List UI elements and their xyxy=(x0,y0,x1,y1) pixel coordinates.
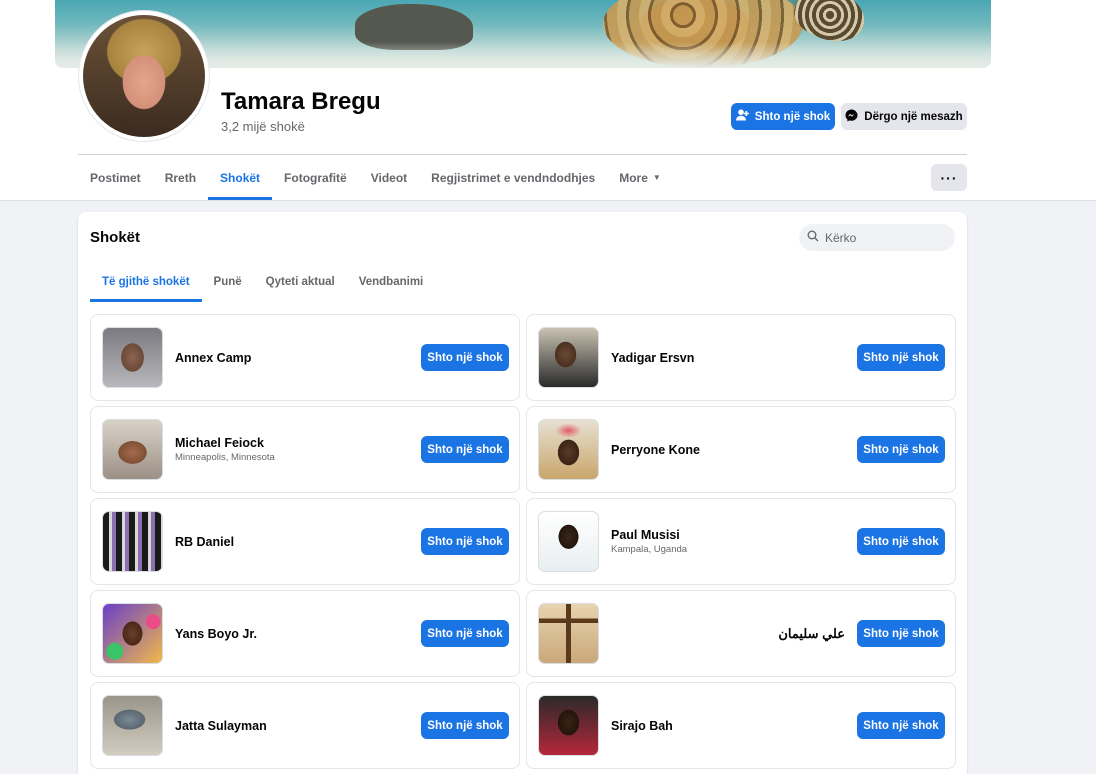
tab-check-ins[interactable]: Regjistrimet e vendndodhjes xyxy=(419,155,607,200)
friends-subtabs: Të gjithë shokët Punë Qyteti aktual Vend… xyxy=(90,262,435,302)
add-friend-button[interactable]: Shto një shok xyxy=(731,103,835,130)
friend-name[interactable]: Yans Boyo Jr. xyxy=(175,627,257,641)
friends-search[interactable] xyxy=(799,224,955,251)
friend-card: Paul Musisi Kampala, Uganda Shto një sho… xyxy=(526,498,956,585)
friend-card: Annex Camp Shto një shok xyxy=(90,314,520,401)
add-friend-label: Shto një shok xyxy=(754,110,831,123)
add-friend-button[interactable]: Shto një shok xyxy=(421,528,509,555)
friend-card: Michael Feiock Minneapolis, Minnesota Sh… xyxy=(90,406,520,493)
tab-about[interactable]: Rreth xyxy=(153,155,208,200)
friend-card: RB Daniel Shto një shok xyxy=(90,498,520,585)
friend-name[interactable]: Yadigar Ersvn xyxy=(611,351,694,365)
tab-more[interactable]: More ▼ xyxy=(607,155,673,200)
friend-name[interactable]: Perryone Kone xyxy=(611,443,700,457)
subtab-all-friends[interactable]: Të gjithë shokët xyxy=(90,262,202,302)
search-icon xyxy=(807,229,819,247)
add-friend-button[interactable]: Shto një shok xyxy=(857,528,945,555)
add-friend-button[interactable]: Shto një shok xyxy=(857,712,945,739)
caret-down-icon: ▼ xyxy=(652,173,661,182)
subtab-work[interactable]: Punë xyxy=(202,262,254,302)
friends-search-input[interactable] xyxy=(825,230,945,245)
profile-avatar[interactable] xyxy=(78,10,210,142)
profile-friend-count[interactable]: 3,2 mijë shokë xyxy=(221,119,305,134)
friend-avatar[interactable] xyxy=(538,327,599,388)
profile-avatar-image xyxy=(83,15,205,137)
friend-avatar[interactable] xyxy=(102,511,163,572)
friend-card: Sirajo Bah Shto një shok xyxy=(526,682,956,769)
tab-posts[interactable]: Postimet xyxy=(78,155,153,200)
friend-location: Minneapolis, Minnesota xyxy=(175,452,275,463)
add-friend-button[interactable]: Shto një shok xyxy=(857,620,945,647)
subtab-current-city[interactable]: Qyteti aktual xyxy=(254,262,347,302)
friend-name[interactable]: Paul Musisi xyxy=(611,528,687,542)
profile-tabs: Postimet Rreth Shokët Fotografitë Videot… xyxy=(78,155,673,200)
friend-card: Yadigar Ersvn Shto një shok xyxy=(526,314,956,401)
friend-card: Jatta Sulayman Shto një shok xyxy=(90,682,520,769)
friend-location: Kampala, Uganda xyxy=(611,544,688,555)
tab-friends[interactable]: Shokët xyxy=(208,155,273,200)
friend-card: علي سليمان Shto një shok xyxy=(526,590,956,677)
friend-name[interactable]: Jatta Sulayman xyxy=(175,719,267,733)
add-person-icon xyxy=(735,109,749,124)
send-message-button[interactable]: Dërgo një mesazh xyxy=(841,103,967,130)
add-friend-button[interactable]: Shto një shok xyxy=(421,620,509,647)
friend-avatar[interactable] xyxy=(102,695,163,756)
friend-avatar[interactable] xyxy=(538,695,599,756)
friend-avatar[interactable] xyxy=(102,419,163,480)
friend-avatar[interactable] xyxy=(102,603,163,664)
friend-avatar[interactable] xyxy=(102,327,163,388)
add-friend-button[interactable]: Shto një shok xyxy=(421,344,509,371)
friends-list: Annex Camp Shto një shok Yadigar Ersvn S… xyxy=(90,314,956,769)
friend-card: Perryone Kone Shto një shok xyxy=(526,406,956,493)
tab-more-label: More xyxy=(619,170,648,185)
friends-card: Shokët Të gjithë shokët Punë Qyteti aktu… xyxy=(78,212,967,774)
friend-avatar[interactable] xyxy=(538,603,599,664)
friend-avatar[interactable] xyxy=(538,511,599,572)
profile-name: Tamara Bregu xyxy=(221,88,381,115)
add-friend-button[interactable]: Shto një shok xyxy=(421,436,509,463)
more-options-button[interactable]: ··· xyxy=(931,164,967,191)
add-friend-button[interactable]: Shto një shok xyxy=(857,344,945,371)
friend-name[interactable]: علي سليمان xyxy=(778,591,845,676)
friend-name[interactable]: Sirajo Bah xyxy=(611,719,673,733)
friend-name[interactable]: Michael Feiock xyxy=(175,436,275,450)
subtab-hometown[interactable]: Vendbanimi xyxy=(347,262,436,302)
friend-name[interactable]: Annex Camp xyxy=(175,351,251,365)
add-friend-button[interactable]: Shto një shok xyxy=(857,436,945,463)
friend-name[interactable]: RB Daniel xyxy=(175,535,234,549)
add-friend-button[interactable]: Shto një shok xyxy=(421,712,509,739)
friend-card: Yans Boyo Jr. Shto një shok xyxy=(90,590,520,677)
tab-videos[interactable]: Videot xyxy=(359,155,419,200)
friends-section-title: Shokët xyxy=(90,229,141,246)
send-message-label: Dërgo një mesazh xyxy=(864,110,963,123)
messenger-icon xyxy=(845,109,858,125)
friend-avatar[interactable] xyxy=(538,419,599,480)
tab-photos[interactable]: Fotografitë xyxy=(272,155,359,200)
